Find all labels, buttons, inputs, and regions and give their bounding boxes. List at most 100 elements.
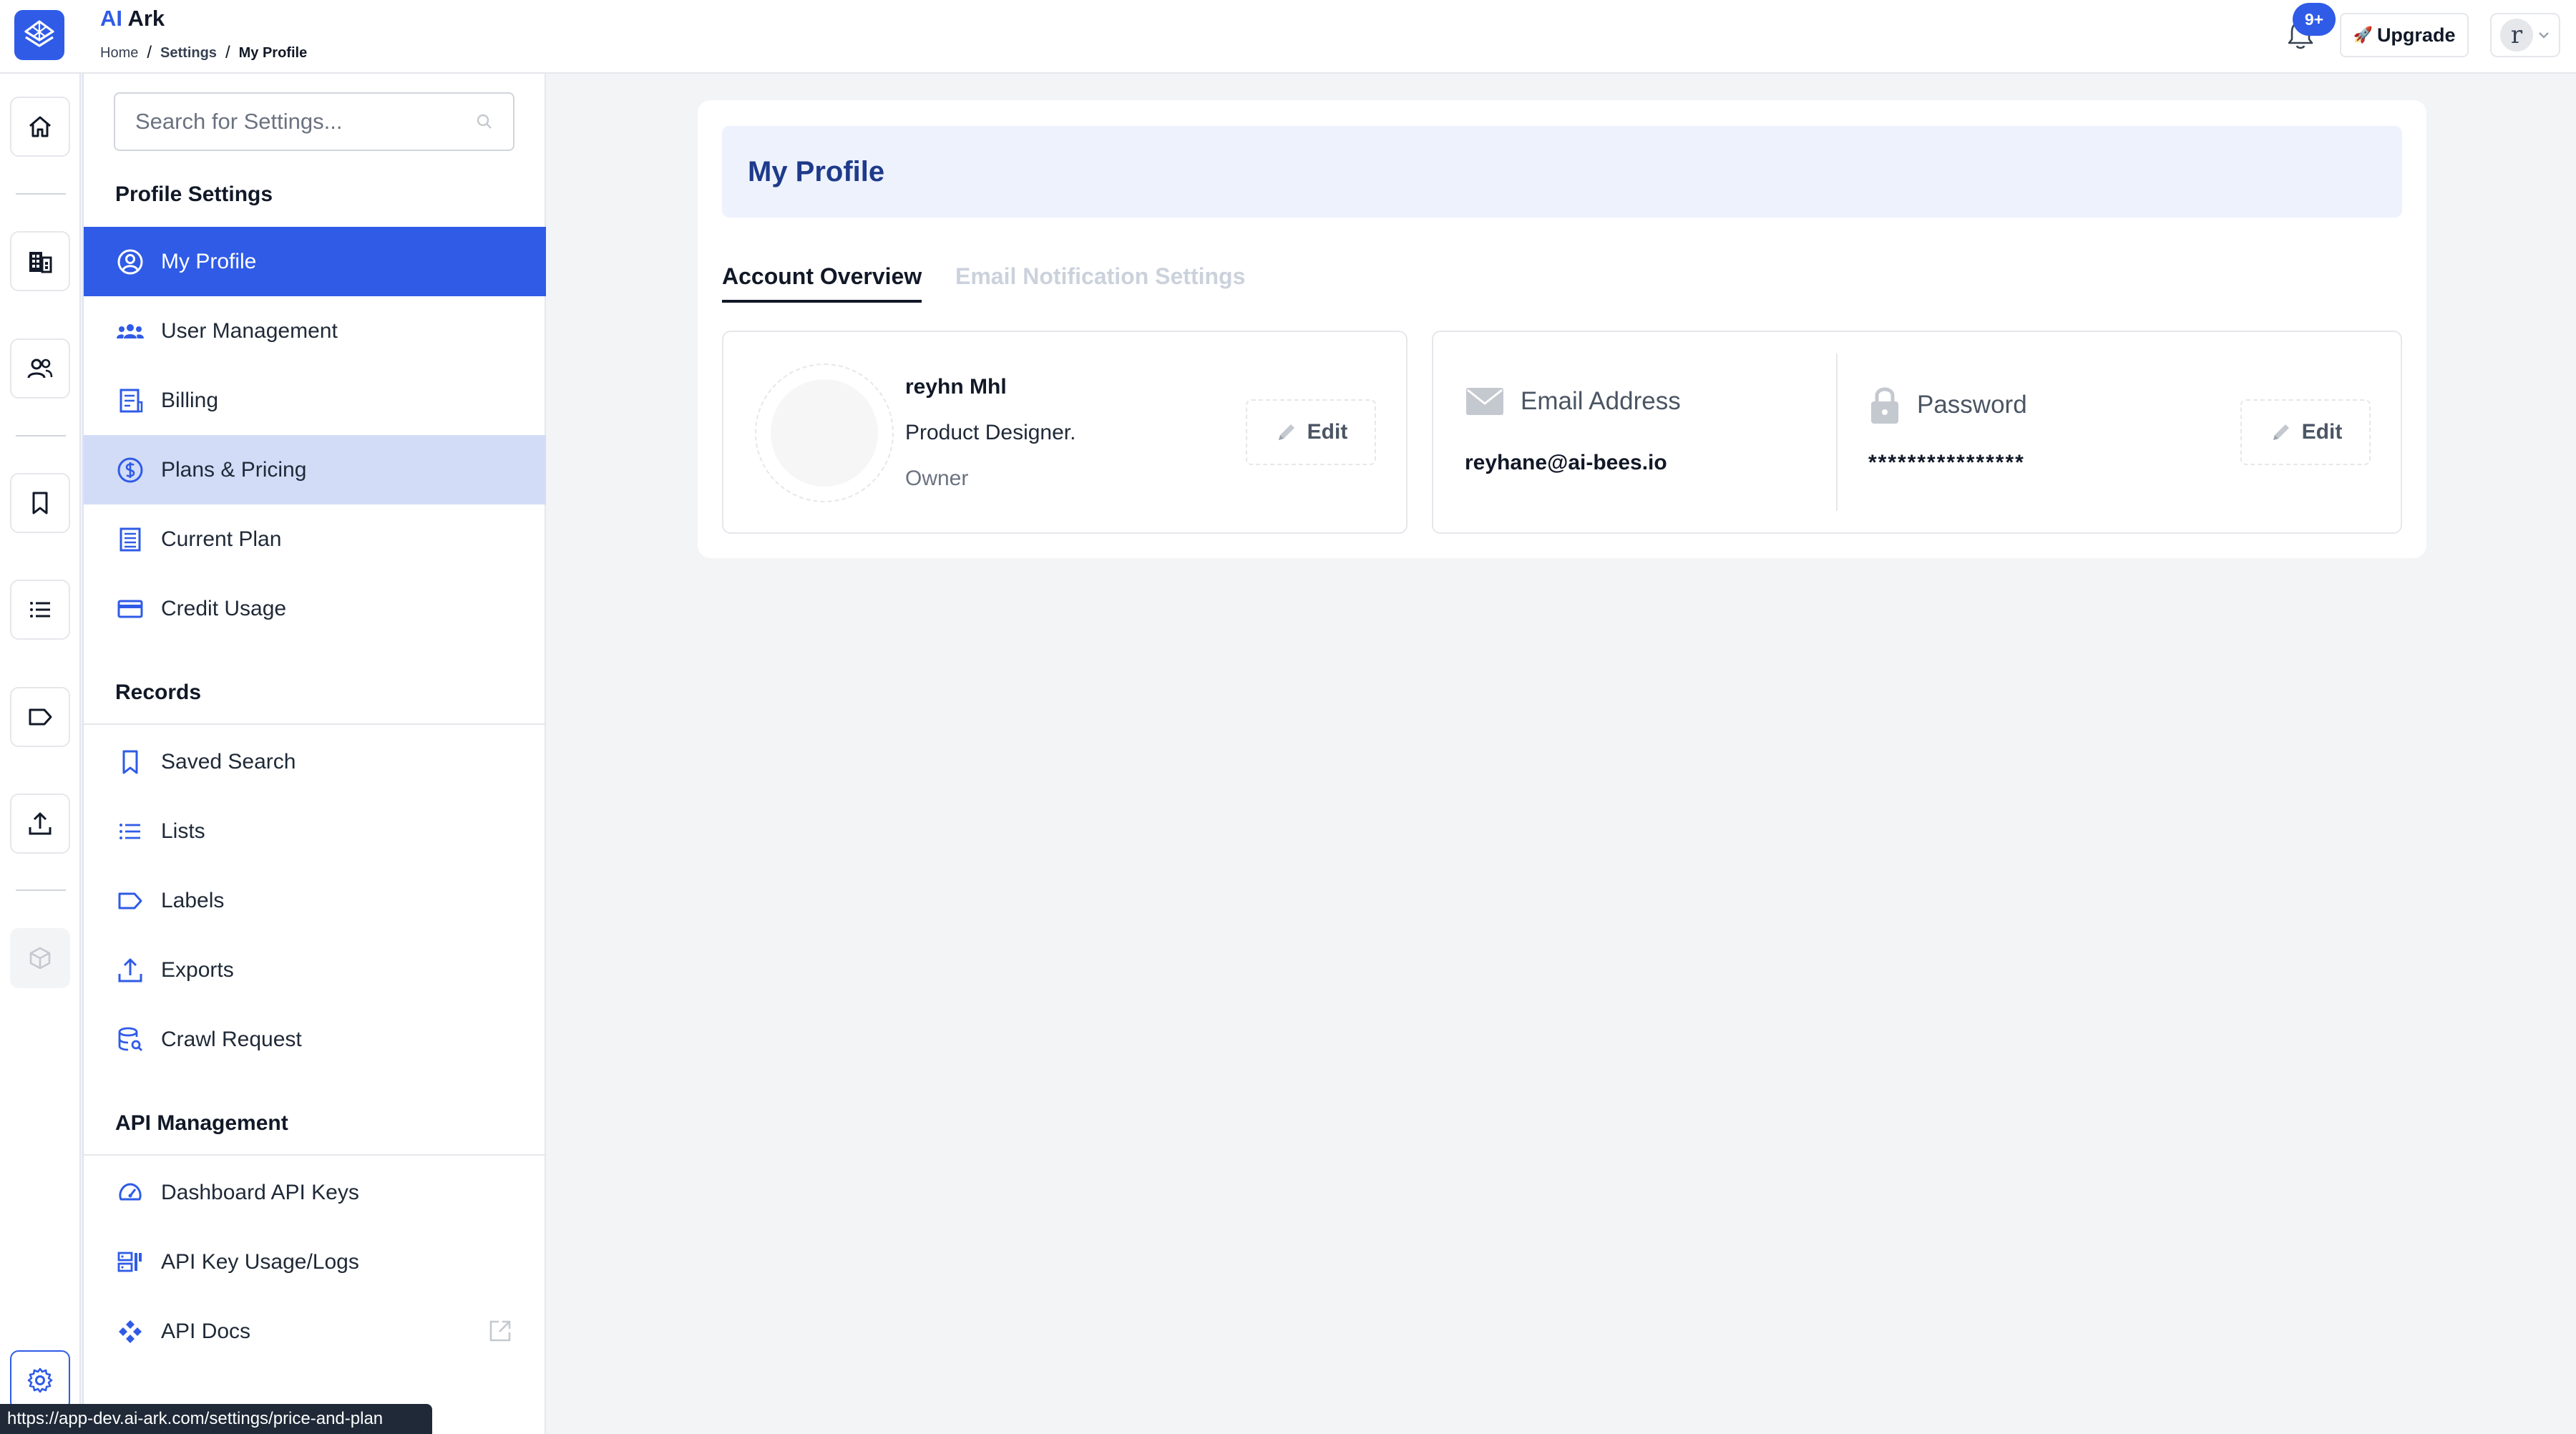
gear-icon [27, 1367, 53, 1393]
upgrade-label: Upgrade [2376, 24, 2456, 46]
edit-label: Edit [2301, 420, 2343, 444]
sidebar-item-api-key-usage[interactable]: API Key Usage/Logs [84, 1227, 546, 1297]
rail-divider [16, 435, 66, 436]
breadcrumb-home[interactable]: Home [100, 45, 138, 62]
list-icon [30, 602, 50, 618]
search-icon [477, 114, 492, 129]
section-divider [84, 723, 546, 725]
section-title-records: Records [115, 681, 202, 704]
sidebar-item-label: Plans & Pricing [161, 457, 307, 482]
field-divider [1836, 353, 1838, 511]
pencil-icon [2273, 424, 2289, 440]
user-menu-button[interactable]: r [2490, 13, 2560, 57]
settings-sidebar: Profile Settings My Profile User Managem… [82, 74, 546, 1434]
user-circle-icon [114, 245, 147, 278]
sidebar-item-label: API Docs [161, 1319, 251, 1343]
sidebar-item-labels[interactable]: Labels [84, 866, 546, 935]
sidebar-item-label: Current Plan [161, 527, 282, 551]
sidebar-item-label: User Management [161, 318, 338, 343]
sidebar-item-label: API Key Usage/Logs [161, 1249, 359, 1274]
sidebar-item-credit-usage[interactable]: Credit Usage [84, 574, 546, 643]
icon-rail [0, 74, 81, 1434]
pencil-icon [1278, 424, 1294, 440]
sidebar-item-current-plan[interactable]: Current Plan [84, 504, 546, 574]
sidebar-item-plans-pricing[interactable]: Plans & Pricing [84, 435, 546, 504]
sidebar-item-label: Dashboard API Keys [161, 1180, 359, 1204]
edit-profile-button[interactable]: Edit [1246, 399, 1376, 465]
bookmark-icon [114, 746, 147, 779]
rail-divider [16, 889, 66, 891]
upload-icon [114, 954, 147, 987]
sidebar-item-saved-search[interactable]: Saved Search [84, 727, 546, 796]
sidebar-item-dashboard-api-keys[interactable]: Dashboard API Keys [84, 1158, 546, 1227]
profile-badge: Owner [905, 467, 969, 490]
envelope-icon [1466, 388, 1503, 415]
email-field-header: Email Address [1465, 386, 1681, 416]
people-icon [27, 358, 53, 379]
rail-lists-button[interactable] [10, 580, 70, 640]
section-divider [84, 1154, 546, 1156]
building-icon [29, 252, 52, 273]
settings-search-input[interactable] [135, 109, 464, 135]
sidebar-item-label: Exports [161, 957, 234, 982]
sidebar-item-label: Crawl Request [161, 1027, 302, 1051]
credit-card-icon [114, 592, 147, 625]
sidebar-item-api-docs[interactable]: API Docs [84, 1297, 546, 1366]
sidebar-item-label: My Profile [161, 249, 257, 273]
sidebar-item-crawl-request[interactable]: Crawl Request [84, 1005, 546, 1074]
sidebar-item-lists[interactable]: Lists [84, 796, 546, 866]
rail-ai-button[interactable] [10, 928, 70, 988]
page-title: My Profile [722, 126, 2402, 218]
receipt-icon [114, 384, 147, 417]
document-list-icon [114, 523, 147, 556]
speedometer-icon [114, 1176, 147, 1209]
section-title-api-management: API Management [115, 1111, 288, 1135]
app-logo[interactable] [14, 10, 64, 60]
email-value: reyhane@ai-bees.io [1465, 451, 1667, 474]
profile-panel: reyhn Mhl Product Designer. Owner Edit [722, 331, 1407, 534]
label-icon [114, 884, 147, 917]
database-search-icon [114, 1023, 147, 1056]
tab-account-overview[interactable]: Account Overview [722, 263, 922, 303]
sidebar-item-label: Billing [161, 388, 219, 412]
profile-card: My Profile Account Overview Email Notifi… [698, 100, 2426, 558]
rail-labels-button[interactable] [10, 687, 70, 747]
profile-avatar[interactable] [755, 364, 894, 502]
home-icon [29, 116, 51, 137]
external-link-icon[interactable] [487, 1318, 513, 1344]
rail-companies-button[interactable] [10, 231, 70, 291]
upgrade-button[interactable]: 🚀 Upgrade [2340, 13, 2469, 57]
account-panel: Email Address reyhane@ai-bees.io Passwor… [1432, 331, 2402, 534]
avatar-placeholder [771, 379, 878, 487]
password-value: **************** [1868, 451, 2025, 474]
sidebar-item-label: Saved Search [161, 749, 296, 774]
breadcrumb-settings[interactable]: Settings [160, 45, 217, 62]
password-label: Password [1917, 391, 2027, 419]
label-icon [29, 708, 52, 726]
logo-icon [24, 20, 54, 47]
settings-search[interactable] [114, 92, 514, 151]
rail-home-button[interactable] [10, 97, 70, 157]
rail-settings-button[interactable] [10, 1350, 70, 1410]
app-title-prefix: AI [100, 6, 122, 31]
email-label: Email Address [1521, 387, 1681, 415]
edit-account-button[interactable]: Edit [2240, 399, 2371, 465]
app-title-main: Ark [127, 6, 165, 31]
api-docs-icon [114, 1315, 147, 1348]
rail-divider [16, 193, 66, 195]
notification-count-badge: 9+ [2293, 3, 2336, 36]
password-field-header: Password [1868, 385, 2027, 425]
sidebar-item-exports[interactable]: Exports [84, 935, 546, 1005]
rail-exports-button[interactable] [10, 794, 70, 854]
rocket-icon: 🚀 [2353, 26, 2373, 44]
profile-name: reyhn Mhl [905, 375, 1007, 399]
rail-people-button[interactable] [10, 338, 70, 399]
tab-email-notification-settings[interactable]: Email Notification Settings [955, 263, 1245, 300]
sidebar-item-my-profile[interactable]: My Profile [84, 227, 546, 296]
rail-saved-button[interactable] [10, 473, 70, 533]
section-title-profile-settings: Profile Settings [115, 182, 273, 206]
edit-label: Edit [1307, 420, 1348, 444]
sidebar-item-user-management[interactable]: User Management [84, 296, 546, 366]
sidebar-item-billing[interactable]: Billing [84, 366, 546, 435]
key-usage-icon [114, 1246, 147, 1279]
